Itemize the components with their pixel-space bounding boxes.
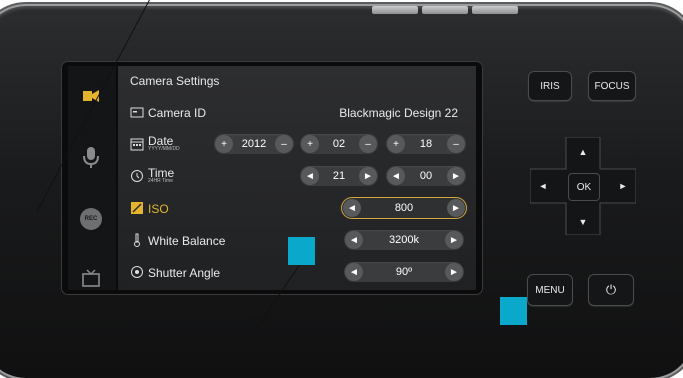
shutter-angle-left-button[interactable]: ◄ (345, 263, 363, 281)
shutter-angle-stepper[interactable]: ◄ 90º ► (344, 262, 464, 282)
day-increment-button[interactable]: + (387, 135, 405, 153)
id-card-icon (130, 107, 144, 118)
direction-pad: ▲ ▼ ◄ ► OK (530, 137, 636, 235)
month-value: 02 (332, 138, 346, 150)
iso-value: 800 (394, 202, 414, 214)
minute-left-button[interactable]: ◄ (387, 167, 405, 185)
iso-left-button[interactable]: ◄ (343, 199, 361, 217)
white-balance-label: White Balance (148, 234, 226, 248)
hour-left-button[interactable]: ◄ (301, 167, 319, 185)
camera-id-label: Camera ID (148, 106, 207, 120)
white-balance-stepper[interactable]: ◄ 3200k ► (344, 230, 464, 250)
clock-icon (131, 170, 143, 182)
focus-button[interactable]: FOCUS (588, 71, 636, 101)
hour-right-button[interactable]: ► (359, 167, 377, 185)
highlight-marker (500, 297, 527, 325)
day-decrement-button[interactable]: – (447, 135, 465, 153)
time-format: 24HR Time (148, 178, 174, 184)
record-label: REC (84, 216, 98, 222)
day-value: 18 (419, 138, 433, 150)
menu-button[interactable]: MENU (527, 274, 573, 306)
shutter-angle-right-button[interactable]: ► (445, 263, 463, 281)
shutter-angle-value: 90º (395, 266, 413, 278)
month-increment-button[interactable]: + (301, 135, 319, 153)
calendar-icon (130, 138, 144, 151)
iso-stepper[interactable]: ◄ 800 ► (342, 198, 466, 218)
iris-button[interactable]: IRIS (528, 71, 572, 101)
iso-right-button[interactable]: ► (447, 199, 465, 217)
right-arrow-button[interactable]: ► (614, 177, 632, 195)
microphone-icon[interactable] (78, 144, 104, 170)
iso-label: ISO (148, 202, 169, 216)
minute-stepper[interactable]: ◄ 00 ► (386, 166, 466, 186)
year-value: 2012 (241, 138, 267, 150)
month-stepper[interactable]: + 02 – (300, 134, 378, 154)
monitor-icon[interactable] (78, 266, 104, 292)
left-arrow-button[interactable]: ◄ (534, 177, 552, 195)
date-format: YYYY/MM/DD (148, 146, 180, 152)
year-stepper[interactable]: + 2012 – (214, 134, 294, 154)
shutter-angle-label: Shutter Angle (148, 266, 221, 280)
down-arrow-button[interactable]: ▼ (574, 213, 592, 231)
thermometer-icon (134, 233, 140, 247)
hour-stepper[interactable]: ◄ 21 ► (300, 166, 378, 186)
highlight-marker (288, 237, 315, 265)
top-button[interactable] (472, 6, 518, 14)
day-stepper[interactable]: + 18 – (386, 134, 466, 154)
camera-id-value: Blackmagic Design 22 (339, 106, 458, 120)
white-balance-value: 3200k (389, 234, 419, 246)
top-button[interactable] (372, 6, 418, 14)
white-balance-right-button[interactable]: ► (445, 231, 463, 249)
ok-button[interactable]: OK (568, 173, 600, 201)
hour-value: 21 (332, 170, 346, 182)
record-icon[interactable]: REC (78, 206, 104, 232)
camera-id-row[interactable]: Camera ID Blackmagic Design 22 (130, 102, 470, 124)
minute-right-button[interactable]: ► (447, 167, 465, 185)
iso-icon (131, 202, 143, 214)
power-button[interactable]: ⏻ (588, 274, 634, 306)
shutter-icon (131, 266, 143, 278)
up-arrow-button[interactable]: ▲ (574, 143, 592, 161)
year-decrement-button[interactable]: – (275, 135, 293, 153)
month-decrement-button[interactable]: – (359, 135, 377, 153)
sidebar: REC (68, 66, 116, 290)
white-balance-left-button[interactable]: ◄ (345, 231, 363, 249)
top-button[interactable] (422, 6, 468, 14)
minute-value: 00 (419, 170, 433, 182)
camera-icon[interactable] (78, 82, 104, 108)
screen-title: Camera Settings (130, 74, 220, 88)
year-increment-button[interactable]: + (215, 135, 233, 153)
